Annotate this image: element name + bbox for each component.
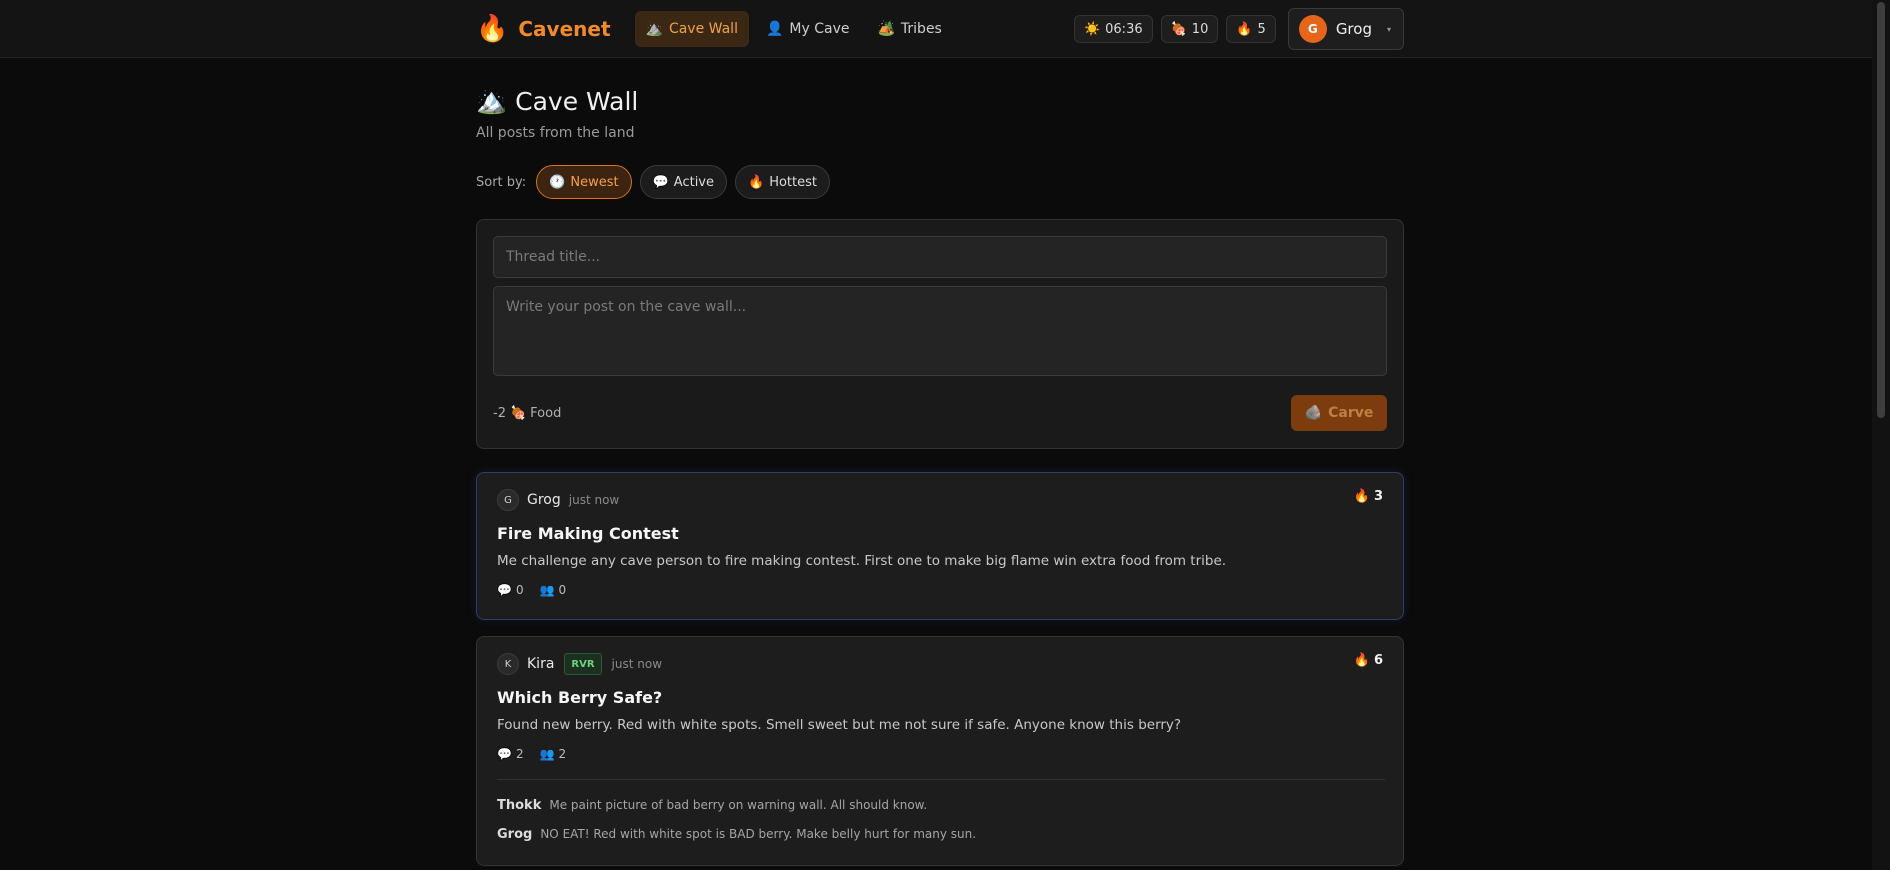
- brand-name: Cavenet: [518, 17, 611, 41]
- post-card[interactable]: G Grog just now 🔥 3 Fire Making Contest …: [476, 472, 1404, 620]
- comment-count: 💬 0: [497, 583, 524, 597]
- sort-hottest-button[interactable]: 🔥 Hottest: [735, 165, 830, 199]
- page-title-text: Cave Wall: [515, 86, 639, 116]
- nav-tribes[interactable]: 🏕️ Tribes: [866, 11, 952, 47]
- time-value: 06:36: [1105, 21, 1143, 37]
- scrollbar-thumb[interactable]: [1877, 2, 1885, 418]
- nav-cave-wall-label: Cave Wall: [668, 21, 738, 37]
- carve-button[interactable]: 🪨 Carve: [1291, 395, 1387, 431]
- reply-item: Grog NO EAT! Red with white spot is BAD …: [497, 827, 976, 842]
- post-body: Me challenge any cave person to fire mak…: [497, 553, 1227, 569]
- user-name: Grog: [1335, 20, 1372, 38]
- post-time: just now: [568, 493, 620, 507]
- flame-logo-icon: 🔥: [476, 14, 509, 44]
- sort-newest-label: Newest: [570, 174, 619, 190]
- post-author[interactable]: Grog: [527, 492, 561, 508]
- participant-count-value: 0: [558, 583, 567, 597]
- fire-value: 5: [1257, 21, 1266, 37]
- post-body: Found new berry. Red with white spots. S…: [497, 717, 1182, 733]
- brand-logo[interactable]: 🔥 Cavenet: [476, 16, 611, 42]
- top-navbar: 🔥 Cavenet ⛰️ Cave Wall 👤 My Cave 🏕️ Trib…: [0, 0, 1872, 58]
- fire-icon: 🔥: [1236, 21, 1253, 37]
- people-icon: 👥: [539, 583, 555, 597]
- carve-label: Carve: [1328, 405, 1374, 421]
- cost-unit: Food: [530, 406, 562, 421]
- post-header: G Grog just now: [497, 489, 619, 511]
- reply-text: NO EAT! Red with white spot is BAD berry…: [540, 827, 977, 841]
- cost-value: -2: [493, 406, 506, 421]
- mountain-icon: 🏔️: [476, 86, 508, 115]
- fire-icon: 🔥: [1353, 489, 1370, 504]
- speech-bubble-icon: 💬: [652, 174, 669, 190]
- comment-count-value: 0: [515, 583, 524, 597]
- people-icon: 👥: [539, 747, 555, 761]
- avatar: K: [497, 653, 519, 675]
- camp-icon: 🏕️: [877, 21, 895, 37]
- page-subtitle: All posts from the land: [476, 125, 635, 141]
- nav-tribes-label: Tribes: [900, 21, 942, 37]
- reply-author[interactable]: Thokk: [497, 798, 541, 813]
- avatar: G: [497, 489, 519, 511]
- divider: [497, 779, 1385, 780]
- post-heat[interactable]: 🔥 3: [1354, 489, 1383, 504]
- user-menu[interactable]: G Grog ▾: [1287, 8, 1404, 50]
- participant-count: 👥 2: [540, 747, 567, 761]
- post-cost: -2 🍖 Food: [493, 406, 561, 421]
- header-status: ☀️ 06:36 🍖 10 🔥 5 G Grog ▾: [1073, 8, 1404, 50]
- post-body-textarea[interactable]: [493, 286, 1387, 376]
- post-heat[interactable]: 🔥 6: [1354, 653, 1383, 668]
- fire-icon: 🔥: [1353, 653, 1370, 668]
- speech-bubble-icon: 💬: [497, 583, 512, 597]
- nav-cave-wall[interactable]: ⛰️ Cave Wall: [634, 11, 749, 47]
- person-icon: 👤: [765, 21, 784, 37]
- heat-count: 6: [1373, 653, 1383, 668]
- participant-count: 👥 0: [540, 583, 567, 597]
- post-composer: -2 🍖 Food 🪨 Carve: [476, 219, 1404, 449]
- reply-text: Me paint picture of bad berry on warning…: [549, 798, 928, 812]
- sort-active-label: Active: [673, 174, 714, 190]
- mountain-icon: ⛰️: [645, 21, 663, 37]
- avatar: G: [1298, 15, 1327, 43]
- main-nav: ⛰️ Cave Wall 👤 My Cave 🏕️ Tribes: [634, 11, 953, 47]
- food-value: 10: [1191, 21, 1209, 37]
- nav-my-cave[interactable]: 👤 My Cave: [755, 11, 861, 47]
- sort-active-button[interactable]: 💬 Active: [639, 165, 727, 199]
- speech-bubble-icon: 💬: [497, 747, 512, 761]
- post-title[interactable]: Fire Making Contest: [497, 524, 679, 543]
- heat-count: 3: [1373, 489, 1383, 504]
- sort-newest-button[interactable]: 🕐 Newest: [536, 165, 632, 199]
- sort-hottest-label: Hottest: [769, 174, 817, 190]
- meat-icon: 🍖: [509, 406, 527, 421]
- rock-icon: 🪨: [1304, 405, 1323, 421]
- meat-icon: 🍖: [1170, 21, 1187, 37]
- thread-title-input[interactable]: [493, 236, 1387, 278]
- participant-count-value: 2: [558, 747, 567, 761]
- post-meta: 💬 0 👥 0: [497, 583, 566, 597]
- comment-count: 💬 2: [497, 747, 524, 761]
- post-time: just now: [611, 657, 663, 671]
- reply-item: Thokk Me paint picture of bad berry on w…: [497, 798, 927, 813]
- food-chip: 🍖 10: [1160, 15, 1219, 43]
- sun-icon: ☀️: [1083, 21, 1101, 37]
- fire-icon: 🔥: [748, 174, 765, 190]
- page-title: 🏔️ Cave Wall: [476, 86, 638, 116]
- tribe-badge[interactable]: RVR: [564, 653, 602, 675]
- chevron-down-icon: ▾: [1386, 24, 1391, 34]
- post-author[interactable]: Kira: [527, 656, 554, 672]
- nav-my-cave-label: My Cave: [789, 21, 850, 37]
- time-chip: ☀️ 06:36: [1073, 15, 1153, 43]
- reply-author[interactable]: Grog: [497, 827, 532, 842]
- scrollbar[interactable]: [1872, 0, 1890, 870]
- post-title[interactable]: Which Berry Safe?: [497, 688, 662, 707]
- comment-count-value: 2: [515, 747, 524, 761]
- sort-bar: Sort by: 🕐 Newest 💬 Active 🔥 Hottest: [476, 165, 830, 199]
- post-header: K Kira RVR just now: [497, 653, 662, 675]
- fire-chip: 🔥 5: [1226, 15, 1276, 43]
- post-card[interactable]: K Kira RVR just now 🔥 6 Which Berry Safe…: [476, 636, 1404, 866]
- post-meta: 💬 2 👥 2: [497, 747, 566, 761]
- navbar-inner: 🔥 Cavenet ⛰️ Cave Wall 👤 My Cave 🏕️ Trib…: [476, 0, 1404, 58]
- sort-label: Sort by:: [476, 174, 527, 190]
- clock-icon: 🕐: [549, 174, 566, 190]
